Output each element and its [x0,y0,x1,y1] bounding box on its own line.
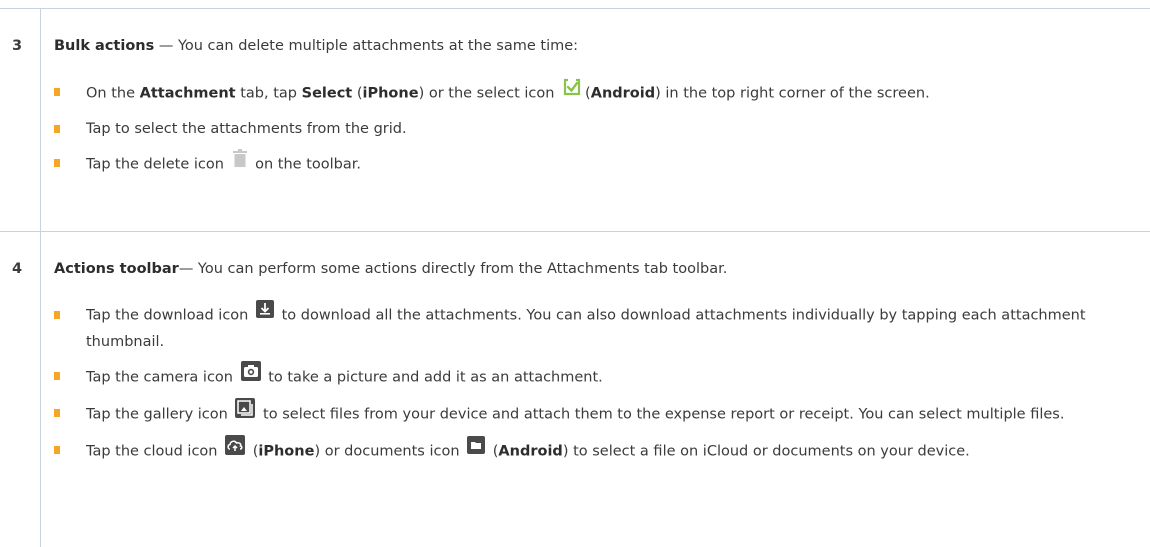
text: Tap the cloud icon [86,443,223,460]
step-lead: Actions toolbar— You can perform some ac… [54,261,727,277]
platform-term: Android [590,85,656,102]
bullet-list: Tap the download icon to download all th… [54,300,1150,474]
bullet-marker [54,409,60,417]
bullet-list: On the Attachment tab, tap Select (iPhon… [54,77,1150,187]
bullet-marker [54,446,60,454]
step-title: Bulk actions [54,38,155,54]
step-row-4: 4 Actions toolbar— You can perform some … [0,231,1150,547]
list-item: Tap to select the attachments from the g… [54,116,1150,142]
text: ( [488,443,499,460]
list-item: On the Attachment tab, tap Select (iPhon… [54,77,1150,108]
documents-icon [467,436,486,463]
list-item: Tap the download icon to download all th… [54,300,1150,355]
step-title: Actions toolbar [54,261,179,277]
text: ( [248,443,259,460]
step-intro: — You can delete multiple attachments at… [154,38,579,54]
steps-table: 3 Bulk actions — You can delete multiple… [0,8,1150,547]
text: ) to select a file on iCloud or document… [562,443,970,460]
trash-icon [232,148,248,177]
text: ( [352,85,363,102]
step-number: 3 [12,38,23,54]
text: Tap the delete icon [86,156,229,173]
column-divider [40,232,41,547]
bullet-marker [54,372,60,380]
text: Tap to select the attachments from the g… [86,121,407,137]
list-item: Tap the gallery icon to select files fro… [54,398,1150,429]
bullet-marker [54,159,60,167]
ui-term: Select [301,85,353,102]
bullet-marker [54,311,60,319]
step-row-3: 3 Bulk actions — You can delete multiple… [0,8,1150,231]
list-item: Tap the delete icon on the toolbar. [54,148,1150,179]
step-intro: — You can perform some actions directly … [178,261,728,277]
download-icon [255,300,274,327]
text: ) or documents icon [314,443,465,460]
text: to select files from your device and att… [258,406,1065,423]
column-divider [40,9,41,231]
bullet-marker [54,125,60,133]
list-item: Tap the cloud icon (iPhone) or documents… [54,435,1150,466]
platform-term: iPhone [258,443,315,460]
gallery-icon [235,398,256,427]
platform-term: Android [498,443,563,460]
text: tab, tap [235,85,302,102]
camera-icon [240,361,261,390]
text: On the [86,85,140,102]
step-lead: Bulk actions — You can delete multiple a… [54,38,578,54]
ui-term: Attachment [139,85,236,102]
bullet-marker [54,88,60,96]
platform-term: iPhone [362,85,419,102]
text: Tap the download icon [86,307,253,324]
cloud-icon [225,435,246,464]
text: Tap the gallery icon [86,406,233,423]
text: ) in the top right corner of the screen. [655,85,930,102]
list-item: Tap the camera icon to take a picture an… [54,361,1150,392]
text: to take a picture and add it as an attac… [263,369,603,386]
select-check-icon [562,77,582,106]
text: Tap the camera icon [86,369,238,386]
text: on the toolbar. [250,156,362,173]
step-number: 4 [12,261,23,277]
text: ) or the select icon [418,85,560,102]
